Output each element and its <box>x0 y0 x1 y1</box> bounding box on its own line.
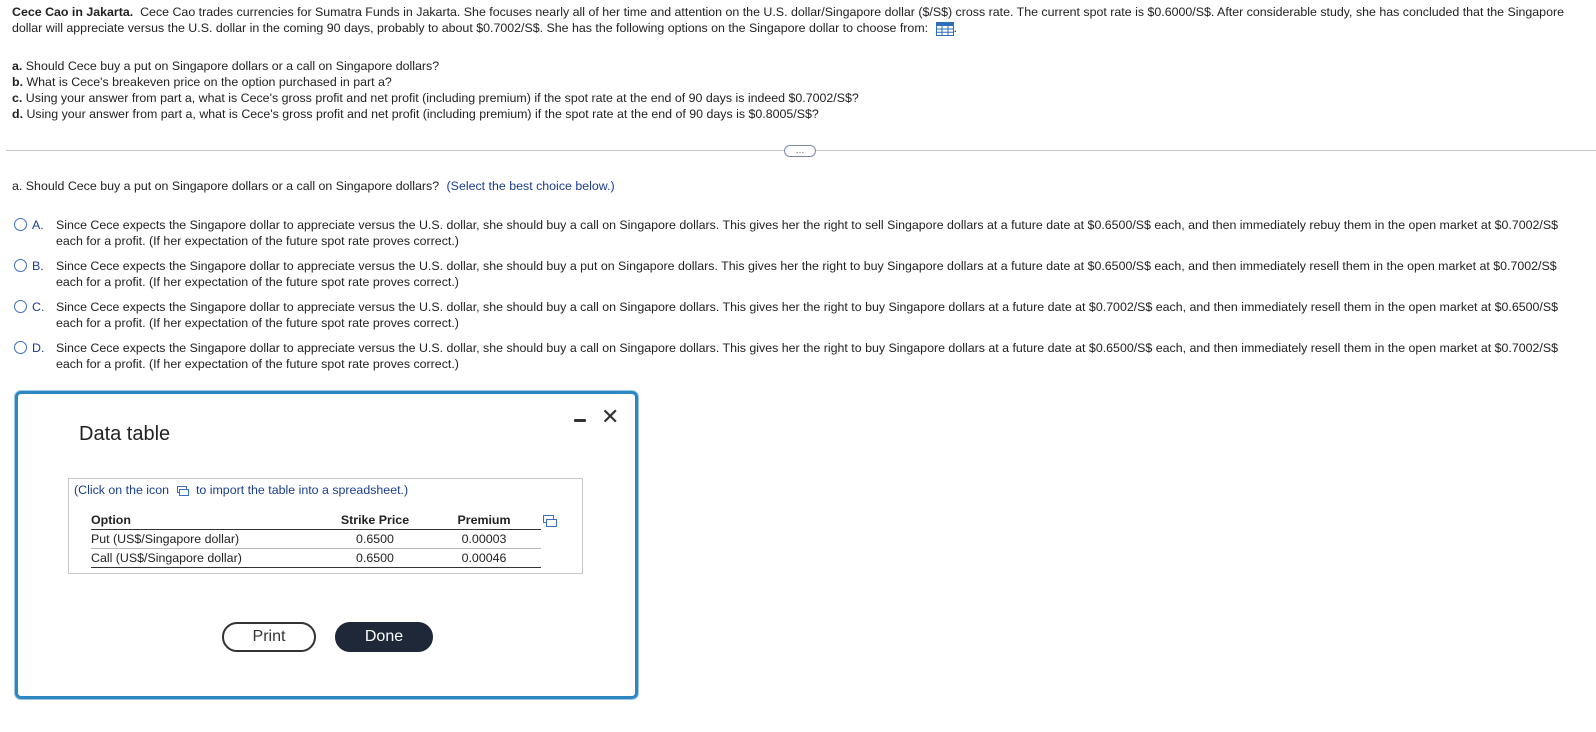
choice-b[interactable]: B. Since Cece expects the Singapore doll… <box>12 258 1572 290</box>
cell-option: Put (US$/Singapore dollar) <box>91 529 323 549</box>
cell-premium: 0.00003 <box>427 529 541 549</box>
cell-option: Call (US$/Singapore dollar) <box>91 548 323 568</box>
part-d: d. Using your answer from part a, what i… <box>12 107 819 121</box>
choice-letter: C. <box>32 300 45 314</box>
choice-text: Since Cece expects the Singapore dollar … <box>56 259 1557 289</box>
expand-more-button[interactable]: … <box>784 145 816 157</box>
table-row: Call (US$/Singapore dollar) 0.6500 0.000… <box>91 548 541 568</box>
cell-premium: 0.00046 <box>427 548 541 568</box>
choice-text: Since Cece expects the Singapore dollar … <box>56 218 1559 248</box>
header-strike-price: Strike Price <box>323 511 427 530</box>
part-c: c. Using your answer from part a, what i… <box>12 91 859 105</box>
import-hint: (Click on the icon to import the table i… <box>74 483 409 497</box>
table-header-row: Option Strike Price Premium <box>91 511 541 530</box>
cell-strike: 0.6500 <box>323 529 427 549</box>
cell-strike: 0.6500 <box>323 548 427 568</box>
copy-to-spreadsheet-icon[interactable] <box>176 485 189 496</box>
question-hint: (Select the best choice below.) <box>446 179 615 193</box>
part-b: b. What is Cece's breakeven price on the… <box>12 75 392 89</box>
choice-text: Since Cece expects the Singapore dollar … <box>56 341 1559 371</box>
done-button[interactable]: Done <box>335 622 433 652</box>
header-premium: Premium <box>427 511 541 530</box>
minimize-icon[interactable] <box>574 409 588 429</box>
radio-button[interactable] <box>14 300 27 313</box>
part-a: a. Should Cece buy a put on Singapore do… <box>12 59 440 73</box>
copy-table-icon[interactable] <box>543 515 557 527</box>
print-button[interactable]: Print <box>222 622 316 652</box>
answer-choices: A. Since Cece expects the Singapore doll… <box>12 217 1572 381</box>
question-parts: a. Should Cece buy a put on Singapore do… <box>12 58 859 122</box>
choice-letter: D. <box>32 341 45 355</box>
choice-a[interactable]: A. Since Cece expects the Singapore doll… <box>12 217 1572 249</box>
choice-letter: A. <box>32 218 44 232</box>
choice-text: Since Cece expects the Singapore dollar … <box>56 300 1559 330</box>
table-row: Put (US$/Singapore dollar) 0.6500 0.0000… <box>91 529 541 549</box>
radio-button[interactable] <box>14 218 27 231</box>
close-icon[interactable]: ✕ <box>601 406 619 428</box>
problem-statement: Cece Cao in Jakarta. Cece Cao trades cur… <box>12 5 1564 36</box>
choice-c[interactable]: C. Since Cece expects the Singapore doll… <box>12 299 1572 331</box>
problem-title: Cece Cao in Jakarta. <box>12 5 134 19</box>
question-letter: a. <box>12 179 23 193</box>
radio-button[interactable] <box>14 341 27 354</box>
choice-d[interactable]: D. Since Cece expects the Singapore doll… <box>12 340 1572 372</box>
current-question: a. Should Cece buy a put on Singapore do… <box>12 179 615 193</box>
header-option: Option <box>91 511 323 530</box>
question-text: Should Cece buy a put on Singapore dolla… <box>25 179 440 193</box>
data-table-dialog: Data table ✕ (Click on the icon to impor… <box>15 391 638 699</box>
data-table-container: (Click on the icon to import the table i… <box>68 478 583 574</box>
choice-letter: B. <box>32 259 44 273</box>
table-grid-icon[interactable] <box>935 21 954 36</box>
options-table: Option Strike Price Premium Put (US$/Sin… <box>91 511 541 568</box>
radio-button[interactable] <box>14 259 27 272</box>
dialog-title: Data table <box>79 423 171 445</box>
problem-text: Cece Cao trades currencies for Sumatra F… <box>12 5 1564 35</box>
